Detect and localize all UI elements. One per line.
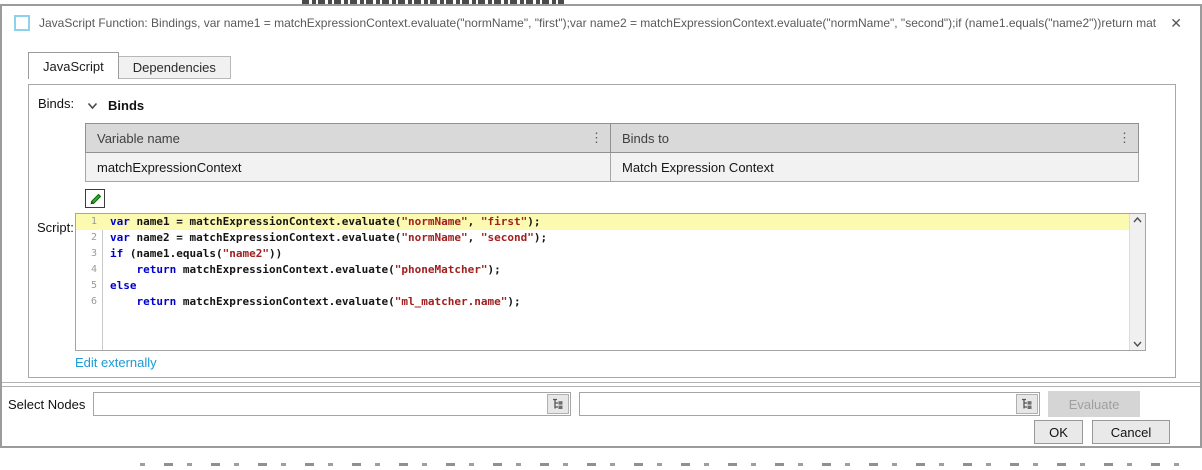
binds-field-label: Binds: (38, 96, 74, 111)
tree-picker-icon (552, 398, 564, 410)
select-node-input-1[interactable] (94, 393, 570, 415)
code-text: return matchExpressionContext.evaluate("… (102, 262, 501, 278)
tab-javascript-label: JavaScript (43, 59, 104, 74)
binds-section-title: Binds (108, 98, 144, 113)
binds-table-row: matchExpressionContext Match Expression … (86, 153, 1139, 182)
code-text: return matchExpressionContext.evaluate("… (102, 294, 521, 310)
function-checkbox-icon (14, 15, 30, 31)
code-line[interactable]: 2var name2 = matchExpressionContext.eval… (76, 230, 1129, 246)
tab-dependencies-label: Dependencies (133, 60, 216, 75)
select-node-field-2 (579, 392, 1040, 416)
column-header-label: Variable name (97, 131, 180, 146)
chevron-down-icon (87, 102, 98, 110)
tree-picker-icon (1021, 398, 1033, 410)
scroll-down-icon[interactable] (1133, 341, 1142, 347)
line-number: 3 (76, 246, 102, 262)
select-node-field-1 (93, 392, 571, 416)
script-field-label: Script: (37, 220, 74, 235)
evaluate-button[interactable]: Evaluate (1048, 391, 1140, 417)
line-number: 1 (76, 214, 102, 230)
column-menu-icon[interactable]: ⋮ (1118, 130, 1131, 146)
code-text: var name2 = matchExpressionContext.evalu… (102, 230, 547, 246)
title-bar: JavaScript Function: Bindings, var name1… (2, 6, 1200, 40)
column-menu-icon[interactable]: ⋮ (590, 130, 603, 146)
screen: JavaScript Function: Bindings, var name1… (0, 0, 1202, 470)
line-number: 4 (76, 262, 102, 278)
select-nodes-row: Select Nodes (8, 391, 1140, 417)
tab-dependencies[interactable]: Dependencies (119, 56, 231, 79)
edit-externally-link[interactable]: Edit externally (75, 355, 157, 370)
footer-separator (2, 382, 1200, 387)
code-line[interactable]: 4 return matchExpressionContext.evaluate… (76, 262, 1129, 278)
dialog-buttons: OK Cancel (1034, 420, 1170, 444)
binds-table-header-row: Variable name ⋮ Binds to ⋮ (86, 124, 1139, 153)
code-area[interactable]: 1var name1 = matchExpressionContext.eval… (76, 214, 1129, 350)
code-line[interactable]: 6 return matchExpressionContext.evaluate… (76, 294, 1129, 310)
javascript-function-dialog: JavaScript Function: Bindings, var name1… (0, 4, 1202, 448)
ok-button[interactable]: OK (1034, 420, 1083, 444)
node-picker-button-1[interactable] (547, 394, 569, 414)
edit-bindings-button[interactable] (85, 189, 105, 208)
binds-table: Variable name ⋮ Binds to ⋮ matchExpressi… (85, 123, 1139, 182)
clipped-background-text-bottom (140, 463, 1196, 466)
cell-variable-name[interactable]: matchExpressionContext (86, 153, 611, 182)
code-line[interactable]: 1var name1 = matchExpressionContext.eval… (76, 214, 1129, 230)
pencil-icon (87, 191, 103, 206)
column-header-binds-to[interactable]: Binds to ⋮ (611, 124, 1139, 153)
code-lines: 1var name1 = matchExpressionContext.eval… (76, 214, 1129, 310)
binds-section-header[interactable]: Binds (87, 98, 144, 113)
code-line[interactable]: 3if (name1.equals("name2")) (76, 246, 1129, 262)
code-text: if (name1.equals("name2")) (102, 246, 282, 262)
scroll-up-icon[interactable] (1133, 217, 1142, 223)
close-icon[interactable]: ✕ (1164, 13, 1188, 34)
code-text: var name1 = matchExpressionContext.evalu… (102, 214, 541, 230)
tab-bar: JavaScript Dependencies (28, 52, 231, 79)
cell-binds-to[interactable]: Match Expression Context (611, 153, 1139, 182)
line-number: 6 (76, 294, 102, 310)
tab-javascript[interactable]: JavaScript (28, 52, 119, 79)
column-header-variable-name[interactable]: Variable name ⋮ (86, 124, 611, 153)
javascript-tab-panel: Binds: Binds Variable name ⋮ Binds to ⋮ (28, 84, 1176, 378)
code-text: else (102, 278, 137, 294)
column-header-label: Binds to (622, 131, 669, 146)
node-picker-button-2[interactable] (1016, 394, 1038, 414)
code-line[interactable]: 5else (76, 278, 1129, 294)
script-editor[interactable]: 1var name1 = matchExpressionContext.eval… (75, 213, 1146, 351)
line-number: 5 (76, 278, 102, 294)
line-number: 2 (76, 230, 102, 246)
cancel-button[interactable]: Cancel (1092, 420, 1170, 444)
dialog-title: JavaScript Function: Bindings, var name1… (39, 16, 1156, 30)
select-nodes-label: Select Nodes (8, 397, 85, 412)
select-node-input-2[interactable] (580, 393, 1039, 415)
editor-scrollbar[interactable] (1129, 214, 1145, 350)
